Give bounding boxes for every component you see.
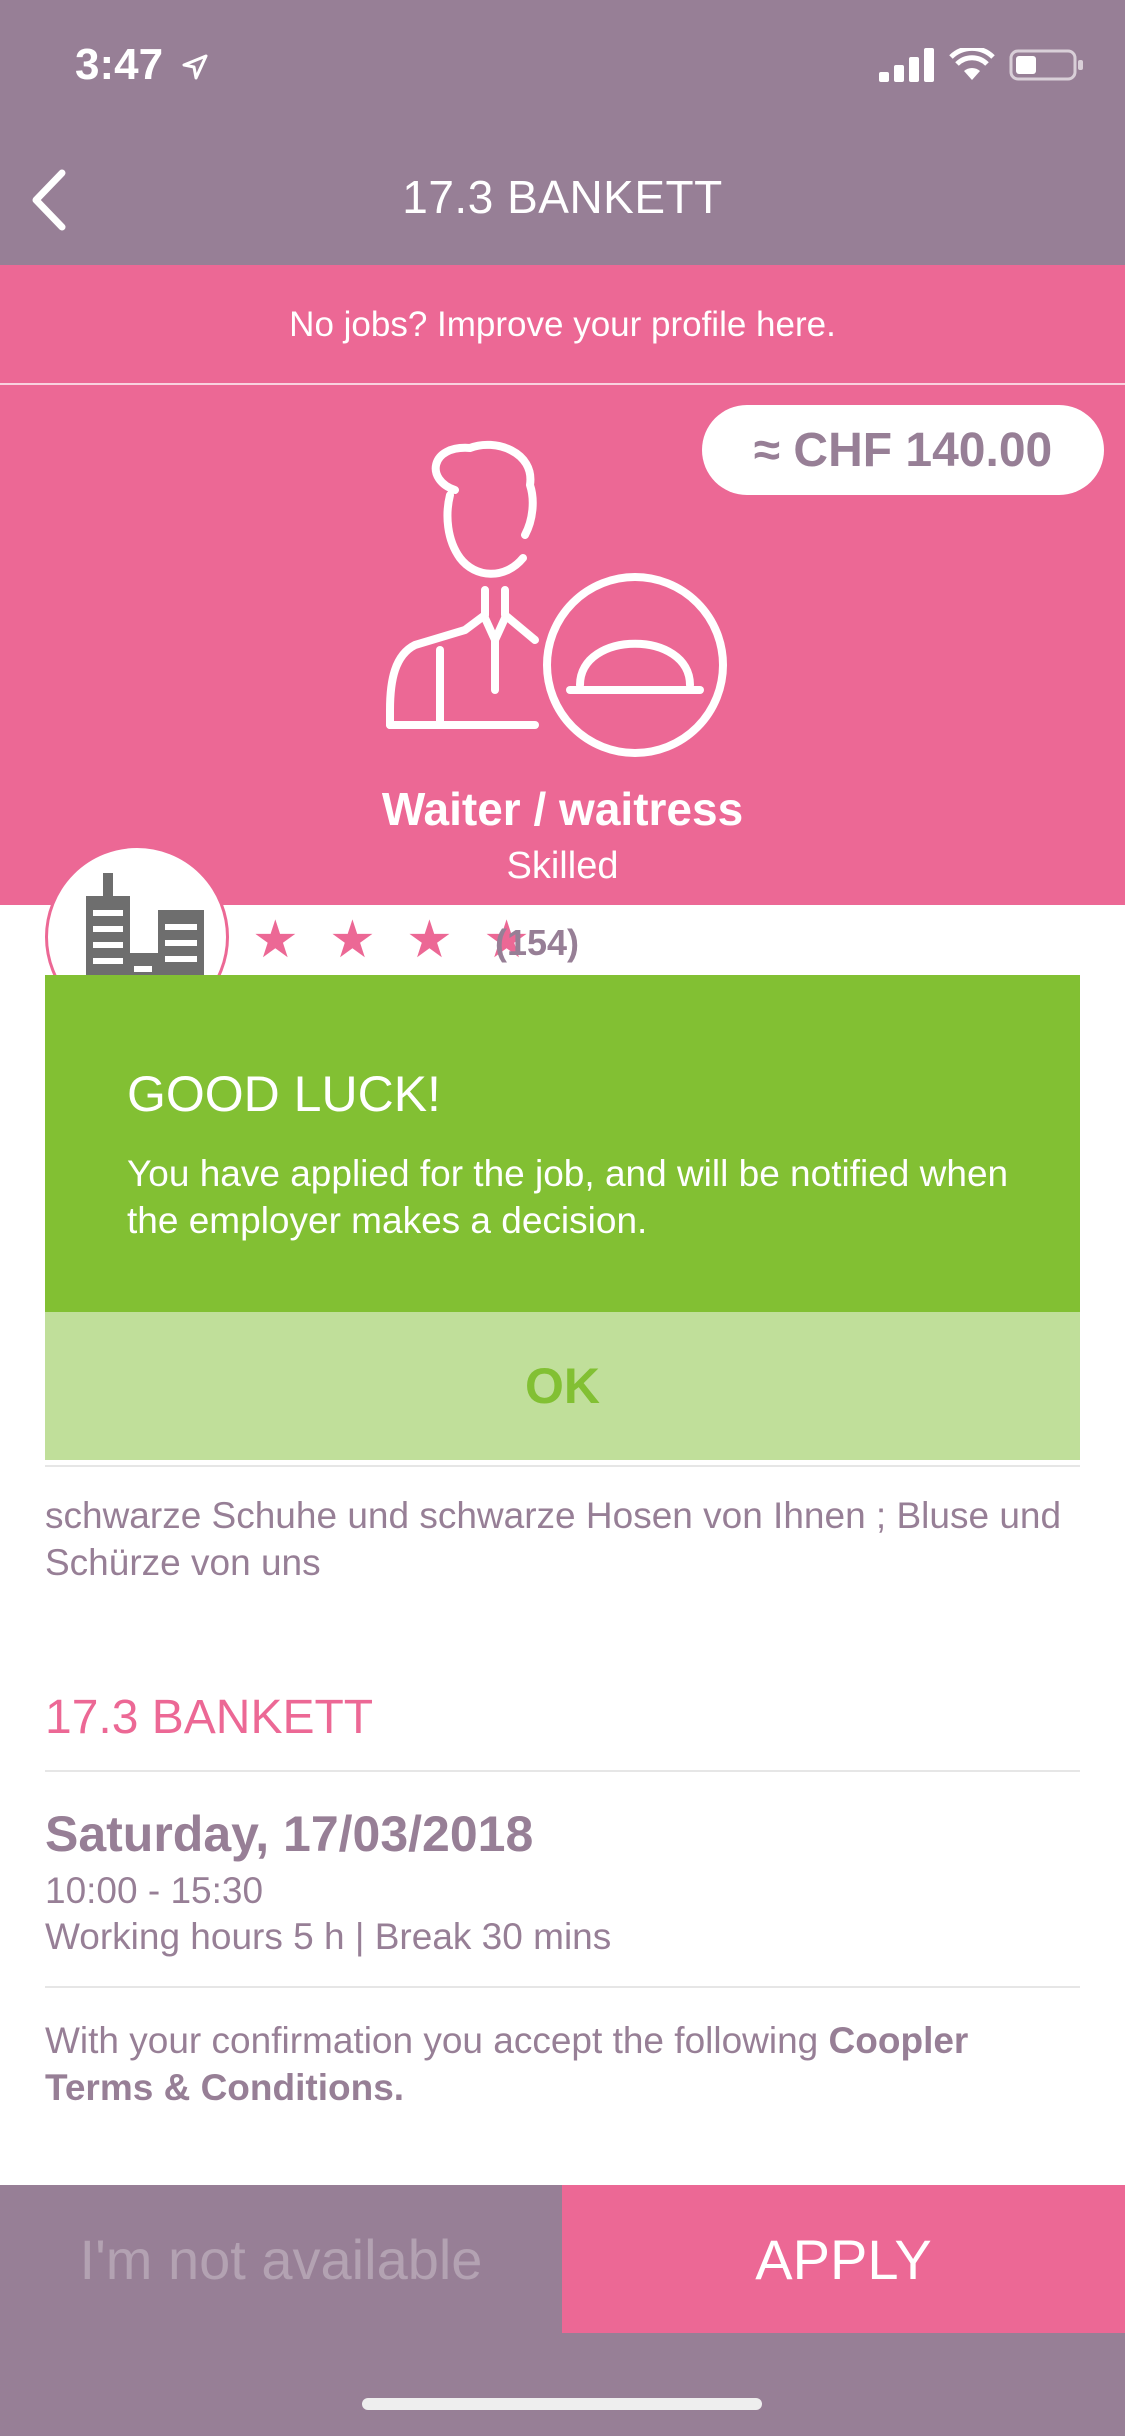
success-dialog: GOOD LUCK! You have applied for the job,…: [45, 975, 1080, 1460]
shift-time: 10:00 - 15:30: [45, 1870, 264, 1911]
home-indicator[interactable]: [362, 2398, 762, 2410]
job-title: Waiter / waitress: [381, 783, 744, 835]
improve-profile-link[interactable]: No jobs? Improve your profile here.: [0, 305, 1125, 345]
terms-text: With your confirmation you accept the fo…: [45, 2017, 1080, 2111]
dialog-title: GOOD LUCK!: [127, 1066, 441, 1122]
dialog-body: [45, 975, 1080, 1312]
status-time: 3:47: [75, 40, 164, 89]
not-available-button[interactable]: I'm not available: [0, 2185, 562, 2333]
shift-date: Saturday, 17/03/2018: [45, 1806, 534, 1862]
ok-button[interactable]: OK: [45, 1312, 1080, 1460]
job-description: schwarze Schuhe und schwarze Hosen von I…: [45, 1495, 1062, 1583]
divider: [45, 1465, 1080, 1467]
status-icons: [879, 48, 1085, 82]
top-bar: [0, 0, 1125, 265]
battery-icon: [1009, 49, 1083, 81]
rating-count: (154): [495, 922, 580, 963]
dialog-message: You have applied for the job, and will b…: [127, 1153, 1009, 1241]
section-title: 17.3 BANKETT: [45, 1691, 374, 1744]
location-arrow-icon: [182, 54, 208, 80]
waiter-icon: [386, 440, 727, 757]
divider: [45, 1770, 1080, 1772]
apply-button[interactable]: APPLY: [562, 2185, 1125, 2333]
wifi-icon: [949, 48, 995, 80]
price-badge: ≈ CHF 140.00: [702, 405, 1104, 495]
terms-prefix: With your confirmation you accept the fo…: [45, 2020, 829, 2061]
page-title: 17.3 BANKETT: [402, 171, 723, 223]
shift-hours: Working hours 5 h | Break 30 mins: [45, 1916, 612, 1957]
signal-icon: [879, 48, 934, 82]
divider: [45, 1986, 1080, 1988]
